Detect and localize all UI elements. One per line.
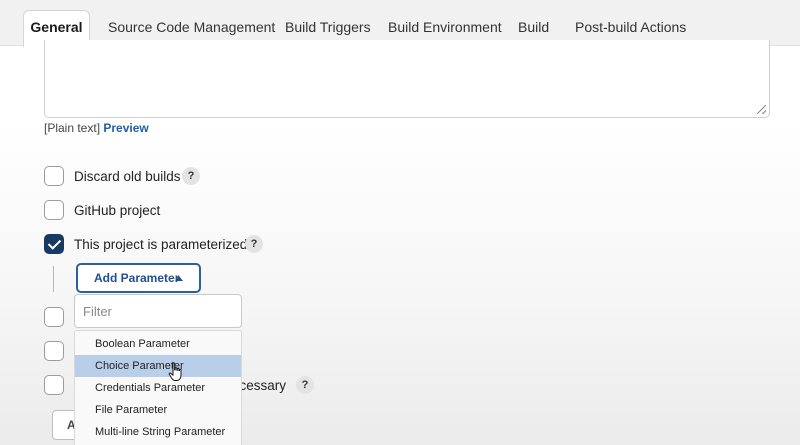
job-config-page: General Source Code Management Build Tri… <box>0 0 800 445</box>
hand-pointer-icon <box>168 362 182 381</box>
parameterized-label[interactable]: This project is parameterized <box>74 237 247 252</box>
resize-grip-icon[interactable] <box>757 105 766 114</box>
menu-item-credentials-parameter[interactable]: Credentials Parameter <box>75 377 241 399</box>
description-textarea[interactable] <box>44 40 770 118</box>
github-project-checkbox[interactable] <box>44 200 64 220</box>
add-parameter-label: Add Parameter <box>94 271 180 285</box>
preview-link[interactable]: Preview <box>103 121 148 135</box>
caret-up-icon <box>175 276 183 281</box>
hidden-option-checkbox-3[interactable] <box>44 375 64 395</box>
discard-old-builds-help-icon[interactable]: ? <box>182 167 200 185</box>
discard-old-builds-label[interactable]: Discard old builds <box>74 169 181 184</box>
nested-section-line <box>53 266 54 292</box>
add-parameter-button[interactable]: Add Parameter <box>76 263 201 293</box>
menu-item-boolean-parameter[interactable]: Boolean Parameter <box>75 333 241 355</box>
menu-item-choice-parameter[interactable]: Choice Parameter <box>75 355 241 377</box>
parameter-type-menu: Boolean Parameter Choice Parameter Crede… <box>74 330 242 445</box>
discard-old-builds-checkbox[interactable] <box>44 166 64 186</box>
parameterized-help-icon[interactable]: ? <box>245 235 263 253</box>
menu-item-file-parameter[interactable]: File Parameter <box>75 399 241 421</box>
parameterized-checkbox[interactable] <box>44 234 64 254</box>
description-format-note: [Plain text] Preview <box>44 121 149 135</box>
plain-text-label: [Plain text] <box>44 121 101 135</box>
hidden-button-partial[interactable]: A <box>52 410 76 440</box>
menu-item-multi-line-string-parameter[interactable]: Multi-line String Parameter <box>75 421 241 443</box>
hidden-option-checkbox-1[interactable] <box>44 307 64 327</box>
hidden-option-checkbox-2[interactable] <box>44 341 64 361</box>
hidden-option-help-icon[interactable]: ? <box>296 376 314 394</box>
github-project-label[interactable]: GitHub project <box>74 203 160 218</box>
parameter-filter-input[interactable] <box>74 294 242 328</box>
